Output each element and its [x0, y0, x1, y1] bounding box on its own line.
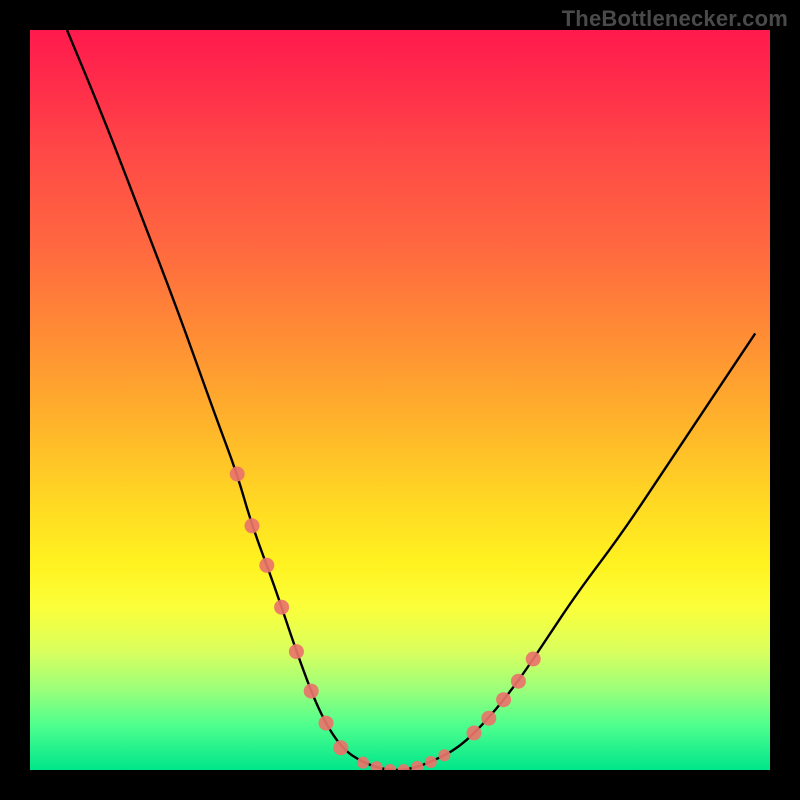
curve-marker-dot — [274, 600, 289, 615]
curve-marker-dot — [425, 756, 437, 768]
curve-marker-dot — [319, 716, 334, 731]
attribution-label: TheBottlenecker.com — [562, 6, 788, 32]
curve-marker-dot — [496, 692, 511, 707]
curve-marker-dot — [481, 711, 496, 726]
curve-marker-dot — [438, 749, 450, 761]
curve-marker-dot — [304, 684, 319, 699]
curve-marker-dot — [357, 757, 369, 769]
curve-marker-dot — [259, 558, 274, 573]
curve-marker-dot — [245, 518, 260, 533]
curve-marker-dot — [230, 467, 245, 482]
curve-marker-dot — [411, 761, 423, 770]
chart-overlay — [30, 30, 770, 770]
chart-plot-area — [30, 30, 770, 770]
bottleneck-curve — [67, 30, 755, 770]
curve-marker-dot — [384, 764, 396, 770]
curve-marker-dot — [371, 761, 383, 770]
curve-marker-dot — [526, 652, 541, 667]
chart-frame: TheBottlenecker.com — [0, 0, 800, 800]
curve-markers — [230, 467, 541, 771]
curve-marker-dot — [289, 644, 304, 659]
curve-marker-dot — [398, 764, 410, 770]
curve-marker-dot — [511, 674, 526, 689]
curve-marker-dot — [333, 740, 348, 755]
curve-marker-dot — [467, 726, 482, 741]
